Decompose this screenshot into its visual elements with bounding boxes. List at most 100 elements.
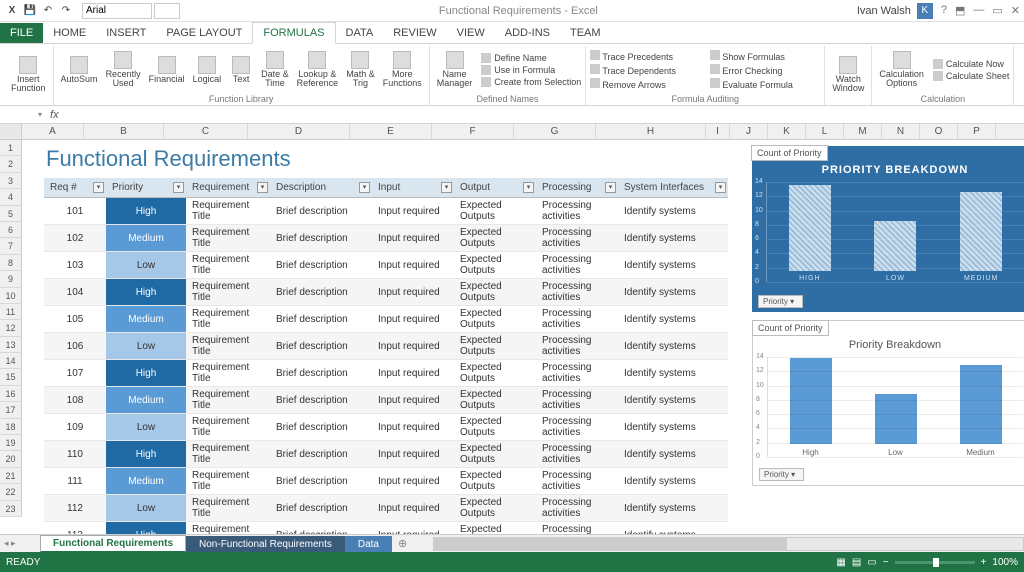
table-cell[interactable]: Processing activities bbox=[536, 252, 618, 279]
table-cell[interactable]: Expected Outputs bbox=[454, 468, 536, 495]
table-cell[interactable]: Identify systems bbox=[618, 306, 728, 333]
table-cell[interactable]: Requirement Title bbox=[186, 306, 270, 333]
table-row[interactable]: 108MediumRequirement TitleBrief descript… bbox=[44, 387, 728, 414]
filter-icon[interactable]: ▾ bbox=[93, 182, 104, 193]
ribbon-btn-lookup-reference[interactable]: Lookup &Reference bbox=[294, 46, 342, 93]
table-cell[interactable]: 111 bbox=[44, 468, 106, 495]
chart-filter[interactable]: Priority ▾ bbox=[759, 468, 804, 481]
table-cell[interactable]: Expected Outputs bbox=[454, 414, 536, 441]
col-header-B[interactable]: B bbox=[84, 124, 164, 139]
ribbon-tab-data[interactable]: DATA bbox=[336, 23, 384, 43]
table-cell[interactable]: Input required bbox=[372, 387, 454, 414]
ribbon-btn-trace-dependents[interactable]: Trace Dependents bbox=[590, 64, 700, 76]
row-header[interactable]: 12 bbox=[0, 320, 22, 336]
table-cell[interactable]: Requirement Title bbox=[186, 387, 270, 414]
table-cell[interactable]: Processing activities bbox=[536, 387, 618, 414]
page-layout-icon[interactable]: ▤ bbox=[852, 557, 861, 568]
table-cell[interactable]: Brief description bbox=[270, 225, 372, 252]
ribbon-btn-trace-precedents[interactable]: Trace Precedents bbox=[590, 50, 700, 62]
ribbon-btn-remove-arrows[interactable]: Remove Arrows bbox=[590, 78, 700, 90]
table-cell[interactable]: Input required bbox=[372, 495, 454, 522]
sheet-nav[interactable]: ◂ ▸ bbox=[4, 538, 16, 549]
table-cell[interactable]: Identify systems bbox=[618, 360, 728, 387]
row-header[interactable]: 14 bbox=[0, 353, 22, 369]
table-cell[interactable]: 109 bbox=[44, 414, 106, 441]
table-cell[interactable]: Input required bbox=[372, 468, 454, 495]
ribbon-btn-more-functions[interactable]: MoreFunctions bbox=[380, 46, 425, 93]
table-header-output[interactable]: Output▾ bbox=[454, 178, 536, 198]
ribbon-tab-view[interactable]: VIEW bbox=[447, 23, 495, 43]
col-header-M[interactable]: M bbox=[844, 124, 882, 139]
col-header-I[interactable]: I bbox=[706, 124, 730, 139]
table-cell[interactable]: 106 bbox=[44, 333, 106, 360]
user-badge[interactable]: K bbox=[917, 3, 933, 19]
table-cell[interactable]: Identify systems bbox=[618, 198, 728, 225]
font-name-input[interactable] bbox=[82, 3, 152, 19]
excel-icon[interactable]: X bbox=[4, 3, 20, 19]
ribbon-btn-use-in-formula[interactable]: Use in Formula bbox=[481, 64, 581, 76]
table-cell[interactable]: Expected Outputs bbox=[454, 360, 536, 387]
table-cell[interactable]: Processing activities bbox=[536, 306, 618, 333]
col-header-J[interactable]: J bbox=[730, 124, 768, 139]
zoom-level[interactable]: 100% bbox=[992, 557, 1018, 568]
table-row[interactable]: 102MediumRequirement TitleBrief descript… bbox=[44, 225, 728, 252]
table-row[interactable]: 106LowRequirement TitleBrief description… bbox=[44, 333, 728, 360]
ribbon-btn-define-name[interactable]: Define Name bbox=[481, 52, 581, 64]
col-header-L[interactable]: L bbox=[806, 124, 844, 139]
table-cell[interactable]: Expected Outputs bbox=[454, 387, 536, 414]
table-cell[interactable]: Expected Outputs bbox=[454, 306, 536, 333]
table-cell[interactable]: Medium bbox=[106, 468, 186, 495]
row-header[interactable]: 8 bbox=[0, 255, 22, 271]
table-cell[interactable]: Input required bbox=[372, 522, 454, 535]
close-icon[interactable]: ✕ bbox=[1011, 4, 1020, 17]
col-header-F[interactable]: F bbox=[432, 124, 514, 139]
table-cell[interactable]: 101 bbox=[44, 198, 106, 225]
filter-icon[interactable]: ▾ bbox=[441, 182, 452, 193]
table-cell[interactable]: 108 bbox=[44, 387, 106, 414]
table-cell[interactable]: Expected Outputs bbox=[454, 225, 536, 252]
sheet-tab-data[interactable]: Data bbox=[345, 536, 392, 552]
table-row[interactable]: 105MediumRequirement TitleBrief descript… bbox=[44, 306, 728, 333]
table-cell[interactable]: Brief description bbox=[270, 360, 372, 387]
table-cell[interactable]: Requirement Title bbox=[186, 468, 270, 495]
table-cell[interactable]: Identify systems bbox=[618, 333, 728, 360]
table-cell[interactable]: Expected Outputs bbox=[454, 252, 536, 279]
table-header-input[interactable]: Input▾ bbox=[372, 178, 454, 198]
table-cell[interactable]: High bbox=[106, 279, 186, 306]
row-header[interactable]: 3 bbox=[0, 173, 22, 189]
table-cell[interactable]: Requirement Title bbox=[186, 522, 270, 535]
ribbon-btn-name-manager[interactable]: NameManager bbox=[434, 46, 476, 93]
ribbon-btn-financial[interactable]: Financial bbox=[146, 46, 188, 93]
table-cell[interactable]: Requirement Title bbox=[186, 414, 270, 441]
ribbon-btn-insert-function[interactable]: InsertFunction bbox=[8, 46, 49, 103]
table-cell[interactable]: Processing activities bbox=[536, 279, 618, 306]
table-cell[interactable]: Processing activities bbox=[536, 522, 618, 535]
table-cell[interactable]: Requirement Title bbox=[186, 360, 270, 387]
filter-icon[interactable]: ▾ bbox=[605, 182, 616, 193]
col-header-C[interactable]: C bbox=[164, 124, 248, 139]
row-header[interactable]: 9 bbox=[0, 271, 22, 287]
table-row[interactable]: 101HighRequirement TitleBrief descriptio… bbox=[44, 198, 728, 225]
table-cell[interactable]: Medium bbox=[106, 387, 186, 414]
table-cell[interactable]: Identify systems bbox=[618, 468, 728, 495]
table-cell[interactable]: Brief description bbox=[270, 414, 372, 441]
table-cell[interactable]: Brief description bbox=[270, 522, 372, 535]
table-cell[interactable]: Brief description bbox=[270, 495, 372, 522]
ribbon-btn-evaluate-formula[interactable]: Evaluate Formula bbox=[710, 78, 820, 90]
horizontal-scrollbar[interactable] bbox=[433, 537, 1024, 551]
col-header-H[interactable]: H bbox=[596, 124, 706, 139]
table-cell[interactable]: Brief description bbox=[270, 306, 372, 333]
table-cell[interactable]: Requirement Title bbox=[186, 198, 270, 225]
table-cell[interactable]: Processing activities bbox=[536, 495, 618, 522]
table-cell[interactable]: Identify systems bbox=[618, 522, 728, 535]
row-header[interactable]: 21 bbox=[0, 468, 22, 484]
table-cell[interactable]: Input required bbox=[372, 225, 454, 252]
row-header[interactable]: 1 bbox=[0, 140, 22, 156]
table-row[interactable]: 103LowRequirement TitleBrief description… bbox=[44, 252, 728, 279]
table-cell[interactable]: Processing activities bbox=[536, 333, 618, 360]
row-header[interactable]: 6 bbox=[0, 222, 22, 238]
row-header[interactable]: 5 bbox=[0, 206, 22, 222]
table-cell[interactable]: Input required bbox=[372, 333, 454, 360]
table-header-requirement[interactable]: Requirement▾ bbox=[186, 178, 270, 198]
table-cell[interactable]: Low bbox=[106, 414, 186, 441]
